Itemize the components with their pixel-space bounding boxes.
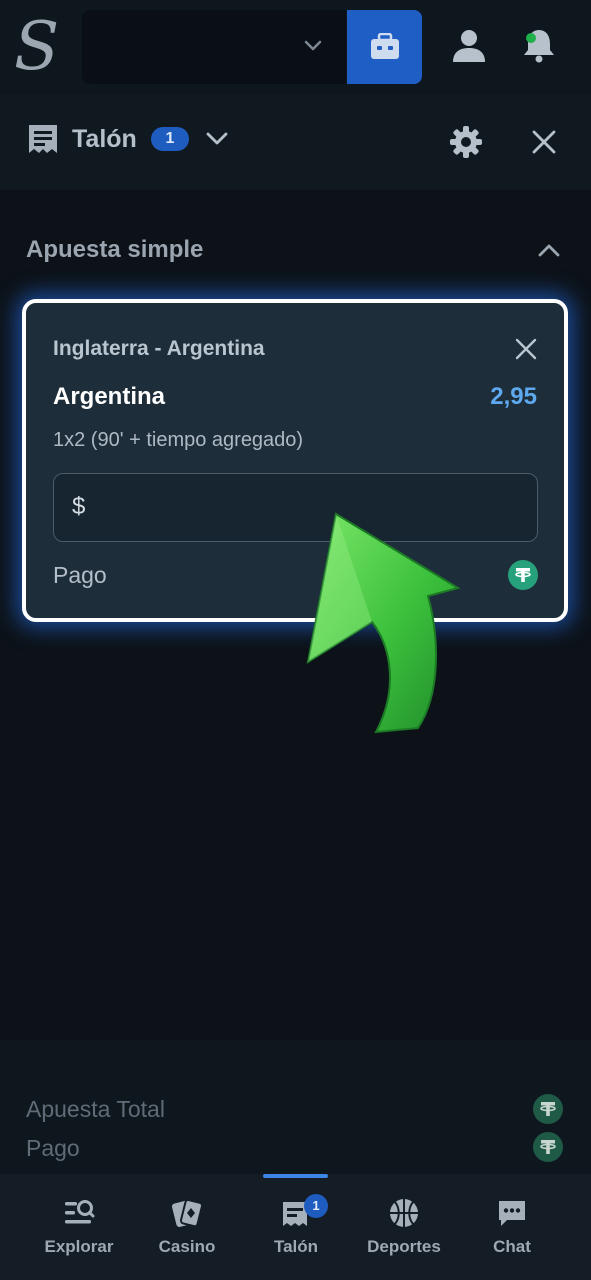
nav-label: Deportes [367, 1237, 441, 1256]
wallet-currency-select[interactable] [82, 10, 346, 84]
chevron-up-icon[interactable] [536, 238, 562, 262]
nav-item-explorar[interactable]: Explorar [24, 1174, 134, 1280]
betslip-count-badge: 1 [151, 127, 189, 151]
chevron-down-icon [304, 40, 322, 51]
close-icon[interactable] [530, 128, 558, 156]
odds-value: 2,95 [490, 383, 537, 410]
explore-icon [65, 1200, 95, 1224]
betslip-icon [29, 125, 57, 153]
top-bar: S [0, 0, 591, 94]
section-title: Apuesta simple [26, 236, 204, 263]
nav-label: Casino [158, 1237, 216, 1256]
notification-dot [526, 33, 536, 43]
casino-cards-icon [171, 1199, 203, 1228]
nav-item-casino[interactable]: Casino [132, 1174, 242, 1280]
total-stake-label: Apuesta Total [26, 1096, 165, 1122]
nav-item-chat[interactable]: Chat [457, 1174, 567, 1280]
green-arrow-annotation [306, 512, 461, 734]
match-name[interactable]: Inglaterra - Argentina [53, 335, 265, 363]
nav-label: Talón [273, 1237, 319, 1256]
nav-item-talon[interactable]: 1 Talón [241, 1174, 351, 1280]
betslip-title: Talón [72, 125, 137, 153]
market-name: 1x2 (90' + tiempo agregado) [53, 429, 304, 451]
wallet-button[interactable] [347, 10, 422, 84]
bottom-nav: Explorar Casino 1 Talón Deportes Chat [0, 1174, 591, 1280]
betslip-header: Talón 1 [0, 94, 591, 190]
remove-bet-icon[interactable] [514, 337, 538, 361]
gear-icon[interactable] [448, 124, 484, 160]
site-logo[interactable]: S [14, 12, 60, 82]
currency-symbol: $ [72, 493, 86, 520]
tether-token-icon [533, 1094, 563, 1124]
bell-icon[interactable] [518, 24, 560, 66]
wallet-icon [370, 33, 399, 59]
totals-panel: Apuesta Total Pago [0, 1040, 591, 1174]
tether-token-icon [533, 1132, 563, 1162]
total-payout-label: Pago [26, 1135, 80, 1161]
nav-badge: 1 [304, 1194, 328, 1218]
user-icon[interactable] [449, 26, 489, 66]
stake-input[interactable]: $ [53, 473, 538, 542]
nav-label: Chat [493, 1237, 531, 1256]
bet-card: Inglaterra - Argentina Argentina 2,95 1x… [22, 299, 568, 622]
tether-token-icon [508, 560, 538, 590]
basketball-icon [390, 1199, 418, 1227]
selection-name: Argentina [53, 383, 166, 410]
nav-label: Explorar [44, 1237, 114, 1256]
nav-item-deportes[interactable]: Deportes [349, 1174, 459, 1280]
payout-label: Pago [53, 562, 107, 588]
chat-icon [499, 1201, 525, 1226]
chevron-down-icon[interactable] [204, 128, 230, 150]
